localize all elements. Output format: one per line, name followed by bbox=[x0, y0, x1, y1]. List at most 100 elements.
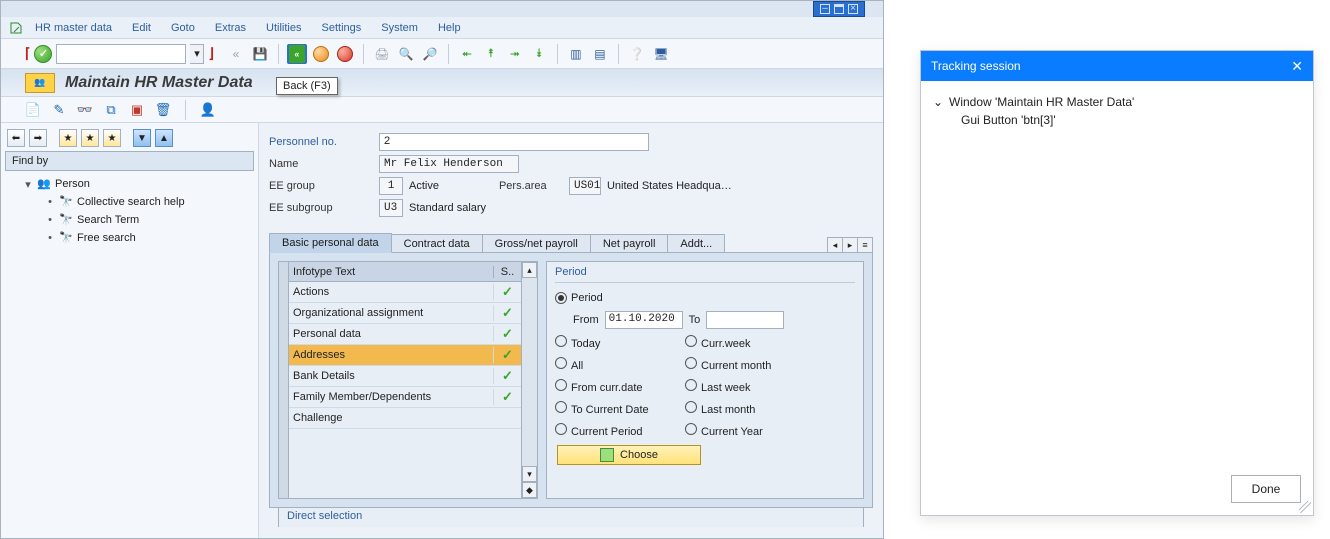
infotype-header-status[interactable]: S.. bbox=[493, 266, 521, 278]
radio-option[interactable] bbox=[685, 401, 697, 413]
sidebar-forward-icon[interactable]: ➡ bbox=[29, 129, 47, 147]
sidebar-fav3-icon[interactable]: ★ bbox=[103, 129, 121, 147]
check-icon: ✓ bbox=[502, 305, 513, 320]
infotype-scrollbar[interactable]: ▴ ▾ ◆ bbox=[521, 262, 537, 498]
generate-shortcut-icon[interactable]: ▤ bbox=[590, 44, 610, 64]
tracking-node-button[interactable]: Gui Button 'btn[3]' bbox=[933, 111, 1301, 129]
infotype-row[interactable]: Organizational assignment✓ bbox=[289, 303, 521, 324]
resize-grip-icon[interactable] bbox=[1299, 501, 1311, 513]
delimit-icon[interactable]: ▣ bbox=[129, 102, 145, 118]
radio-option[interactable] bbox=[685, 423, 697, 435]
from-date-input[interactable]: 01.10.2020 bbox=[605, 311, 683, 329]
command-field[interactable] bbox=[56, 44, 186, 64]
change-icon[interactable]: ✎ bbox=[51, 102, 67, 118]
infotype-row[interactable]: Challenge bbox=[289, 408, 521, 429]
history-prev-icon[interactable]: « bbox=[226, 44, 246, 64]
menu-help[interactable]: Help bbox=[430, 20, 469, 36]
enter-button[interactable]: ✓ bbox=[34, 45, 52, 63]
menu-goto[interactable]: Goto bbox=[163, 20, 203, 36]
new-session-icon[interactable]: ▥ bbox=[566, 44, 586, 64]
tracking-node-button-label: Gui Button 'btn[3]' bbox=[961, 113, 1056, 127]
save-icon[interactable]: 💾 bbox=[250, 44, 270, 64]
tree-bullet: • bbox=[45, 232, 55, 244]
infotype-row[interactable]: Family Member/Dependents✓ bbox=[289, 387, 521, 408]
scroll-down-icon[interactable]: ▾ bbox=[522, 466, 537, 482]
radio-period[interactable] bbox=[555, 292, 567, 304]
tracking-node-window[interactable]: ⌄ Window 'Maintain HR Master Data' bbox=[933, 93, 1301, 111]
tab-net-payroll[interactable]: Net payroll bbox=[590, 234, 669, 253]
tab-gross-net-payroll[interactable]: Gross/net payroll bbox=[482, 234, 591, 253]
sidebar-back-icon[interactable]: ⬅ bbox=[7, 129, 25, 147]
infotype-row[interactable]: Addresses✓ bbox=[289, 345, 521, 366]
infotype-row[interactable]: Actions✓ bbox=[289, 282, 521, 303]
tree-node-person[interactable]: ▾ 👥 Person bbox=[9, 175, 250, 193]
radio-label: Last month bbox=[701, 404, 755, 416]
tab-additional[interactable]: Addt... bbox=[667, 234, 725, 253]
sidebar-fav1-icon[interactable]: ★ bbox=[59, 129, 77, 147]
menu-settings[interactable]: Settings bbox=[314, 20, 370, 36]
tab-list-icon[interactable]: ≡ bbox=[857, 237, 873, 253]
tab-basic-personal-data[interactable]: Basic personal data bbox=[269, 233, 392, 253]
delete-icon[interactable]: 🗑 bbox=[155, 102, 171, 118]
radio-option[interactable] bbox=[555, 401, 567, 413]
sidebar-collapse-icon[interactable]: ▲ bbox=[155, 129, 173, 147]
next-page-icon[interactable]: ⯮ bbox=[505, 44, 525, 64]
tree-item-label: Collective search help bbox=[77, 196, 185, 208]
choose-button[interactable]: Choose bbox=[557, 445, 701, 465]
tree-item-collective-search[interactable]: • 🔭 Collective search help bbox=[9, 193, 250, 211]
chevron-down-icon[interactable]: ⌄ bbox=[933, 95, 943, 109]
tab-scroll-right-icon[interactable]: ▸ bbox=[842, 237, 858, 253]
radio-option[interactable] bbox=[685, 357, 697, 369]
menu-system-icon[interactable] bbox=[9, 21, 23, 35]
to-date-input[interactable] bbox=[706, 311, 784, 329]
personnel-no-input[interactable]: 2 bbox=[379, 133, 649, 151]
radio-option[interactable] bbox=[685, 335, 697, 347]
layout-icon[interactable]: 🖥 bbox=[651, 44, 671, 64]
last-page-icon[interactable]: ⯯ bbox=[529, 44, 549, 64]
menu-system[interactable]: System bbox=[373, 20, 426, 36]
first-page-icon[interactable]: ⯬ bbox=[457, 44, 477, 64]
tab-contract-data[interactable]: Contract data bbox=[391, 234, 483, 253]
create-icon[interactable]: 📄 bbox=[25, 102, 41, 118]
copy-icon[interactable]: ⧉ bbox=[103, 102, 119, 118]
find-next-icon[interactable]: 🔎 bbox=[420, 44, 440, 64]
window-close-icon[interactable] bbox=[848, 4, 858, 14]
tree-item-free-search[interactable]: • 🔭 Free search bbox=[9, 229, 250, 247]
tracking-close-icon[interactable]: ✕ bbox=[1291, 58, 1303, 75]
sidebar-fav2-icon[interactable]: ★ bbox=[81, 129, 99, 147]
infotype-row[interactable]: Personal data✓ bbox=[289, 324, 521, 345]
prev-page-icon[interactable]: ⯭ bbox=[481, 44, 501, 64]
display-icon[interactable]: 👓 bbox=[77, 102, 93, 118]
radio-option[interactable] bbox=[555, 335, 567, 347]
radio-option[interactable] bbox=[555, 357, 567, 369]
exit-button[interactable] bbox=[311, 44, 331, 64]
scroll-end-icon[interactable]: ◆ bbox=[522, 482, 537, 498]
tree-expander-icon[interactable]: ▾ bbox=[23, 178, 33, 191]
radio-option[interactable] bbox=[555, 379, 567, 391]
help-icon[interactable]: ❔ bbox=[627, 44, 647, 64]
window-minimize-icon[interactable] bbox=[820, 4, 830, 14]
cancel-button[interactable] bbox=[335, 44, 355, 64]
print-icon[interactable]: 🖨 bbox=[372, 44, 392, 64]
infotype-status: ✓ bbox=[493, 326, 521, 342]
infotype-header-text[interactable]: Infotype Text bbox=[289, 266, 493, 278]
tree-item-search-term[interactable]: • 🔭 Search Term bbox=[9, 211, 250, 229]
menu-hr-master-data[interactable]: HR master data bbox=[27, 20, 120, 36]
done-button[interactable]: Done bbox=[1231, 475, 1301, 503]
menu-extras[interactable]: Extras bbox=[207, 20, 254, 36]
scroll-up-icon[interactable]: ▴ bbox=[522, 262, 537, 278]
radio-option[interactable] bbox=[555, 423, 567, 435]
infotype-row[interactable]: Bank Details✓ bbox=[289, 366, 521, 387]
overview-icon[interactable]: 👤 bbox=[200, 102, 216, 118]
menu-utilities[interactable]: Utilities bbox=[258, 20, 309, 36]
radio-option[interactable] bbox=[685, 379, 697, 391]
command-dropdown[interactable]: ▾ bbox=[190, 44, 204, 64]
find-icon[interactable]: 🔍 bbox=[396, 44, 416, 64]
back-button[interactable]: « bbox=[287, 44, 307, 64]
sidebar-expand-icon[interactable]: ▼ bbox=[133, 129, 151, 147]
page-title: Maintain HR Master Data bbox=[65, 74, 253, 92]
window-maximize-icon[interactable] bbox=[834, 4, 844, 14]
infotype-row-selector-strip[interactable] bbox=[279, 262, 289, 498]
tab-scroll-left-icon[interactable]: ◂ bbox=[827, 237, 843, 253]
menu-edit[interactable]: Edit bbox=[124, 20, 159, 36]
